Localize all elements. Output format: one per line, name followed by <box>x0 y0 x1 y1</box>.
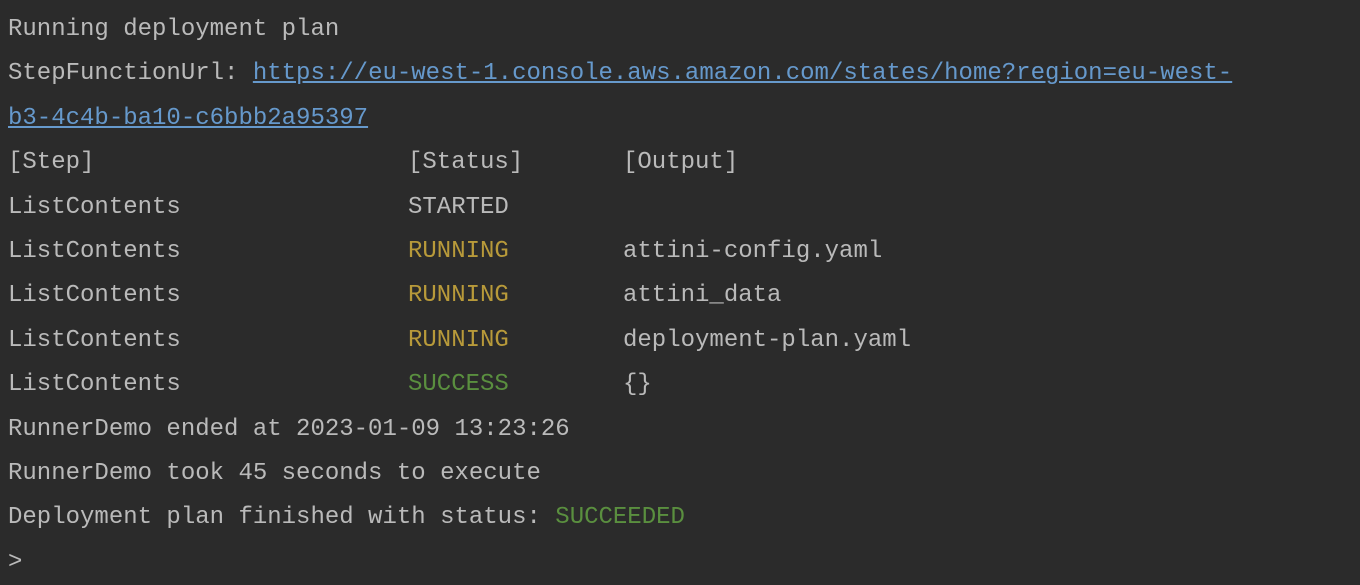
table-row: ListContentsSTARTED <box>8 186 1352 230</box>
header-running-plan: Running deployment plan <box>8 8 1352 52</box>
step-function-url-line1: StepFunctionUrl: https://eu-west-1.conso… <box>8 52 1352 96</box>
cell-step: ListContents <box>8 230 408 274</box>
col-output: [Output] <box>623 141 738 185</box>
cell-step: ListContents <box>8 363 408 407</box>
table-row: ListContentsRUNNINGattini-config.yaml <box>8 230 1352 274</box>
cell-status: SUCCESS <box>408 363 623 407</box>
cell-output: attini_data <box>623 274 781 318</box>
table-header: [Step][Status][Output] <box>8 141 1352 185</box>
cell-output: deployment-plan.yaml <box>623 319 911 363</box>
footer-finished-prefix: Deployment plan finished with status: <box>8 504 555 531</box>
terminal-prompt[interactable]: > <box>8 541 1352 585</box>
cell-step: ListContents <box>8 186 408 230</box>
step-function-url-link-2[interactable]: b3-4c4b-ba10-c6bbb2a95397 <box>8 105 368 132</box>
cell-output: {} <box>623 363 652 407</box>
col-step: [Step] <box>8 141 408 185</box>
table-row: ListContentsRUNNINGdeployment-plan.yaml <box>8 319 1352 363</box>
table-row: ListContentsRUNNINGattini_data <box>8 274 1352 318</box>
cell-status: STARTED <box>408 186 623 230</box>
step-function-url-line2: b3-4c4b-ba10-c6bbb2a95397 <box>8 97 1352 141</box>
cell-step: ListContents <box>8 319 408 363</box>
col-status: [Status] <box>408 141 623 185</box>
table-row: ListContentsSUCCESS{} <box>8 363 1352 407</box>
footer-finished: Deployment plan finished with status: SU… <box>8 496 1352 540</box>
cell-status: RUNNING <box>408 319 623 363</box>
footer-duration: RunnerDemo took 45 seconds to execute <box>8 452 1352 496</box>
cell-output: attini-config.yaml <box>623 230 882 274</box>
step-function-url-link-1[interactable]: https://eu-west-1.console.aws.amazon.com… <box>253 60 1232 87</box>
cell-step: ListContents <box>8 274 408 318</box>
footer-finished-status: SUCCEEDED <box>555 504 685 531</box>
footer-ended-at: RunnerDemo ended at 2023-01-09 13:23:26 <box>8 408 1352 452</box>
cell-status: RUNNING <box>408 274 623 318</box>
cell-status: RUNNING <box>408 230 623 274</box>
step-function-label: StepFunctionUrl: <box>8 60 253 87</box>
